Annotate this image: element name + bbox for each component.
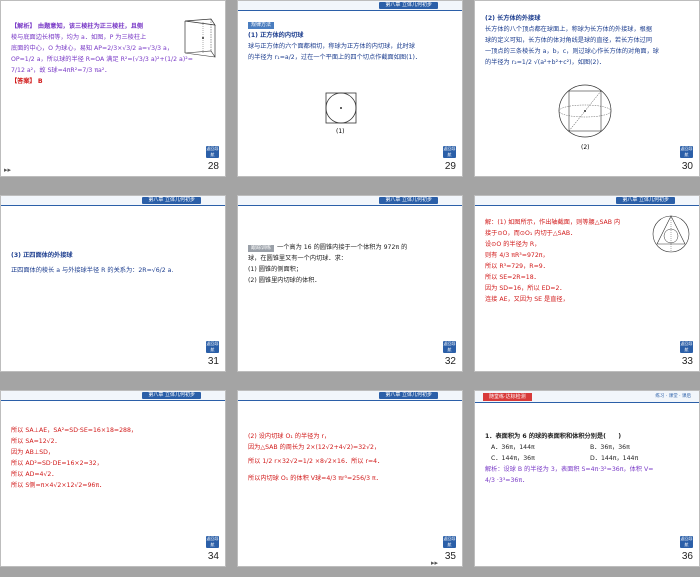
text-line: 球与正方体的六个面都相切，称球为正方体的内切球，此时球 — [248, 43, 416, 50]
figure-label: (1) — [336, 128, 345, 135]
slide-33[interactable]: 第八章 立体几何初步 解：(1) 如图所示，作出轴截面，则等腰△SAB 内 接于… — [474, 195, 700, 372]
chapter-tab: 第八章 立体几何初步 — [142, 392, 201, 399]
answer-text: 解析：设球 B 的半径为 3，表面积 S=4π·3²=36π，体积 V= — [485, 466, 654, 473]
option-c[interactable]: C．144π，36π — [491, 453, 590, 464]
page-number: 33 — [681, 356, 693, 367]
back-button[interactable]: 返回导航 — [443, 341, 456, 353]
text-line: 所以 SA=12√2． — [11, 438, 61, 445]
text-line: 球，在圆锥里又有一个内切球．求： — [248, 255, 347, 262]
slide-header: 随堂练·达标检测 练习 · 课堂 · 课后 — [475, 391, 699, 403]
option-b[interactable]: B．36π，36π — [590, 442, 689, 453]
method-badge: 规律方法 — [248, 22, 275, 29]
back-button[interactable]: 返回导航 — [206, 536, 219, 548]
text-line: 的半径为 r₁=a/2，过在一个平面上的四个切点作截面如图(1)． — [248, 54, 422, 61]
page-number: 29 — [444, 161, 456, 172]
option-d[interactable]: D．144π，144π — [590, 453, 689, 464]
back-button[interactable]: 返回导航 — [680, 536, 693, 548]
text-line: 解：(1) 如图所示，作出轴截面，则等腰△SAB 内 — [485, 219, 621, 226]
prev-arrow-icon[interactable]: ▸▸ — [4, 166, 11, 174]
text-line: (2) 长方体的外接球 — [485, 15, 541, 22]
slide-35[interactable]: 第八章 立体几何初步 (2) 设内切球 O₁ 的半径为 r， 因为△SAB 的周… — [237, 390, 463, 567]
text-line: 棱与底面边长相等，均为 a．如图，P 为三棱柱上 — [11, 34, 147, 41]
cone-sphere-figure — [652, 215, 690, 253]
question-text: 1．表面积为 6 的球的表面积和体积分别是( ) — [485, 433, 622, 440]
text-line: 所以 SA⊥AE，SA²=SD·SE=16×18=288， — [11, 427, 138, 434]
back-button[interactable]: 返回导航 — [680, 146, 693, 158]
slide-28[interactable]: 【解析】 由题意知，该三棱柱为正三棱柱，且侧 棱与底面边长相等，均为 a．如图，… — [0, 0, 226, 177]
back-button[interactable]: 返回导航 — [206, 341, 219, 353]
page-number: 36 — [681, 551, 693, 562]
slide-header: 第八章 立体几何初步 — [238, 391, 462, 401]
text-line: 7/12 a²，故 S球=4πR²=7/3 πa²． — [11, 67, 111, 74]
slide-36[interactable]: 随堂练·达标检测 练习 · 课堂 · 课后 1．表面积为 6 的球的表面积和体积… — [474, 390, 700, 567]
page-number: 28 — [207, 161, 219, 172]
slide-31[interactable]: 第八章 立体几何初步 (3) 正四面体的外接球 正四面体的棱长 a 与外接球半径… — [0, 195, 226, 372]
prism-figure — [184, 18, 216, 58]
chapter-tab: 第八章 立体几何初步 — [379, 197, 438, 204]
page-number: 30 — [681, 161, 693, 172]
chapter-tab: 第八章 立体几何初步 — [379, 392, 438, 399]
section-banner: 随堂练·达标检测 — [483, 393, 532, 401]
back-button[interactable]: 返回导航 — [443, 146, 456, 158]
back-button[interactable]: 返回导航 — [680, 341, 693, 353]
text-line: (2) 设内切球 O₁ 的半径为 r， — [248, 433, 331, 440]
back-button[interactable]: 返回导航 — [206, 146, 219, 158]
slide-32[interactable]: 第八章 立体几何初步 跟踪训练 一个高为 16 的圆锥内接于一个体积为 972π … — [237, 195, 463, 372]
figure-label: (2) — [581, 144, 590, 151]
text-line: 所以 SE=2R=18． — [485, 274, 540, 281]
page-number: 32 — [444, 356, 456, 367]
text-line: 跟踪训练 一个高为 16 的圆锥内接于一个体积为 972π 的 — [248, 242, 452, 253]
section-title: 规律方法 — [248, 19, 452, 30]
text-line: 所以内切球 O₁ 的体积 V球=4/3 πr³=256/3 π． — [248, 475, 382, 482]
options-row-1: A．36π，144π B．36π，36π — [491, 442, 689, 453]
text-line: (1) 圆锥的侧面积； — [248, 266, 303, 273]
text-line: 所以 AD=4√2． — [11, 471, 58, 478]
circumscribed-sphere-figure — [558, 84, 612, 138]
chapter-tab: 第八章 立体几何初步 — [142, 197, 201, 204]
inscribed-sphere-figure — [325, 92, 357, 124]
slide-header: 第八章 立体几何初步 — [1, 196, 225, 206]
slide-header: 第八章 立体几何初步 — [238, 196, 462, 206]
slide-header: 第八章 立体几何初步 — [1, 391, 225, 401]
text-line: 因为 AB⊥SD， — [11, 449, 55, 456]
text-line: 因为 SD=16，所以 ED=2． — [485, 285, 566, 292]
text-line: 接于⊙O，而⊙O₁ 内切于△SAB． — [485, 230, 577, 237]
chapter-tab: 第八章 立体几何初步 — [379, 2, 438, 9]
text-line: (3) 正四面体的外接球 — [11, 252, 73, 259]
text-line: 因为△SAB 的周长为 2×(12√2+4√2)=32√2， — [248, 444, 381, 451]
option-a[interactable]: A．36π，144π — [491, 442, 590, 453]
page-number: 35 — [444, 551, 456, 562]
chapter-tab: 第八章 立体几何初步 — [616, 197, 675, 204]
text-line: 设⊙O 的半径为 R， — [485, 241, 541, 248]
text-line: 所以 1/2 r×32√2=1/2 ×8√2×16．所以 r=4． — [248, 458, 384, 465]
text-line: 球的定义可知，长方体的体对角线是球的直径，若长方体过同 — [485, 37, 653, 44]
slide-header: 第八章 立体几何初步 — [238, 1, 462, 11]
text-line: 一顶点的三条棱长为 a，b，c，则过球心作长方体的对角面，球 — [485, 48, 659, 55]
banner-nav: 练习 · 课堂 · 课后 — [655, 394, 691, 399]
text-line: 正四面体的棱长 a 与外接球半径 R 的关系为：2R=√6/2 a. — [11, 267, 174, 274]
slide-30[interactable]: (2) 长方体的外接球 长方体的八个顶点都在球面上，称球为长方体的外接球，根据 … — [474, 0, 700, 177]
next-arrow-icon[interactable]: ▸▸ — [431, 559, 438, 566]
answer-line: 【答案】 B — [11, 78, 43, 85]
text-line: 【解析】 由题意知，该三棱柱为正三棱柱，且侧 — [11, 23, 144, 30]
text-line: 连接 AE，又因为 SE 是直径， — [485, 296, 569, 303]
text-line: 所以 S侧=π×4√2×12√2=96π． — [11, 482, 106, 489]
text-line: 的半径为 r₂=1/2 √(a²+b²+c²)，如图(2)． — [485, 59, 606, 66]
text-line: 所以 AD²=SD·DE=16×2=32， — [11, 460, 103, 467]
back-button[interactable]: 返回导航 — [443, 536, 456, 548]
page-number: 34 — [207, 551, 219, 562]
text-line: (1) 正方体的内切球 — [248, 32, 304, 39]
text-line: (2) 圆锥里内切球的体积． — [248, 277, 321, 284]
text-line: 所以 R³=729，R=9． — [485, 263, 549, 270]
slide-header: 第八章 立体几何初步 — [475, 196, 699, 206]
slide-34[interactable]: 第八章 立体几何初步 所以 SA⊥AE，SA²=SD·SE=16×18=288，… — [0, 390, 226, 567]
text-line: 底面的中心，O 为球心，易知 AP=2/3×√3/2 a=√3/3 a， — [11, 45, 174, 52]
options-row-2: C．144π，36π D．144π，144π — [491, 453, 689, 464]
practice-badge: 跟踪训练 — [248, 245, 275, 252]
page-number: 31 — [207, 356, 219, 367]
text-line: 长方体的八个顶点都在球面上，称球为长方体的外接球，根据 — [485, 26, 653, 33]
answer-text: 4/3 ·3³=36π． — [485, 477, 529, 484]
slide-29[interactable]: 第八章 立体几何初步 规律方法 (1) 正方体的内切球 球与正方体的六个面都相切… — [237, 0, 463, 177]
text-line: 则有 4/3 πR³=972π， — [485, 252, 549, 259]
